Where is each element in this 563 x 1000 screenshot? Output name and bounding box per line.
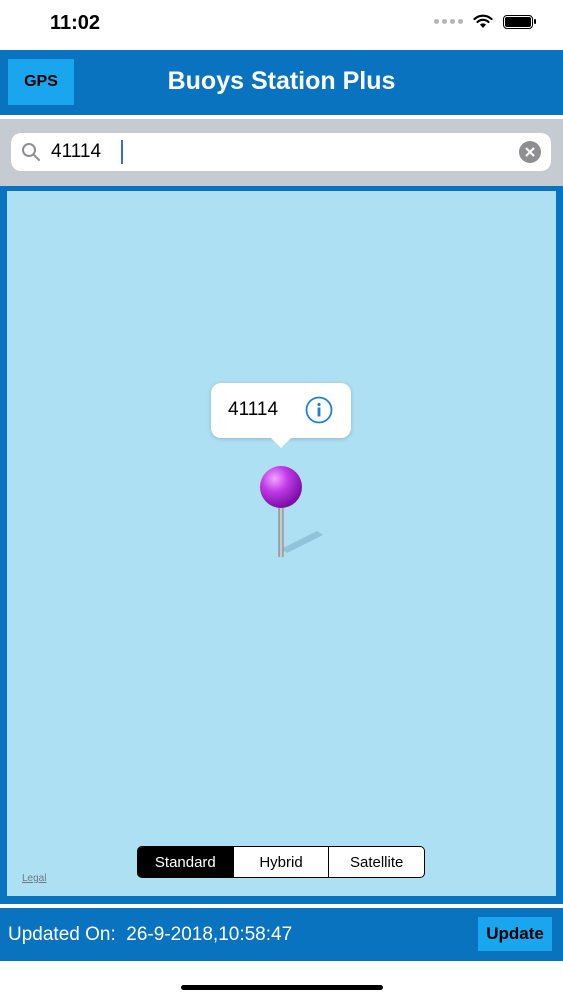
update-button[interactable]: Update — [478, 917, 552, 951]
status-bar: 11:02 — [0, 0, 563, 50]
text-cursor — [121, 140, 123, 164]
updated-on-text: Updated On: 26-9-2018,10:58:47 — [8, 924, 293, 945]
app-title: Buoys Station Plus — [167, 67, 396, 95]
signal-dots-icon — [434, 19, 463, 24]
gps-button[interactable]: GPS — [8, 59, 74, 105]
search-bar — [0, 119, 563, 186]
callout-title: 41114 — [228, 399, 279, 420]
search-icon — [22, 143, 40, 161]
map-view[interactable]: 41114 Standard Hybrid Satellite Legal — [7, 191, 556, 896]
info-icon[interactable] — [305, 396, 333, 424]
status-time: 11:02 — [50, 12, 101, 34]
home-indicator[interactable] — [181, 985, 383, 990]
search-field[interactable] — [11, 133, 551, 171]
wifi-icon — [473, 14, 493, 28]
map-pin-icon[interactable] — [255, 465, 325, 565]
map-frame: 41114 Standard Hybrid Satellite Legal — [0, 186, 563, 904]
status-icons — [434, 14, 536, 29]
battery-icon — [503, 14, 536, 29]
pin-callout[interactable]: 41114 — [211, 383, 351, 448]
map-type-hybrid[interactable]: Hybrid — [232, 847, 329, 877]
map-type-satellite[interactable]: Satellite — [328, 847, 424, 877]
clear-icon[interactable] — [519, 141, 541, 163]
legal-link[interactable]: Legal — [22, 873, 46, 884]
map-type-control: Standard Hybrid Satellite — [137, 846, 425, 878]
footer-bar: Updated On: 26-9-2018,10:58:47 Update — [0, 908, 563, 961]
nav-bar: GPS Buoys Station Plus — [0, 50, 563, 115]
map-type-standard[interactable]: Standard — [138, 847, 233, 877]
